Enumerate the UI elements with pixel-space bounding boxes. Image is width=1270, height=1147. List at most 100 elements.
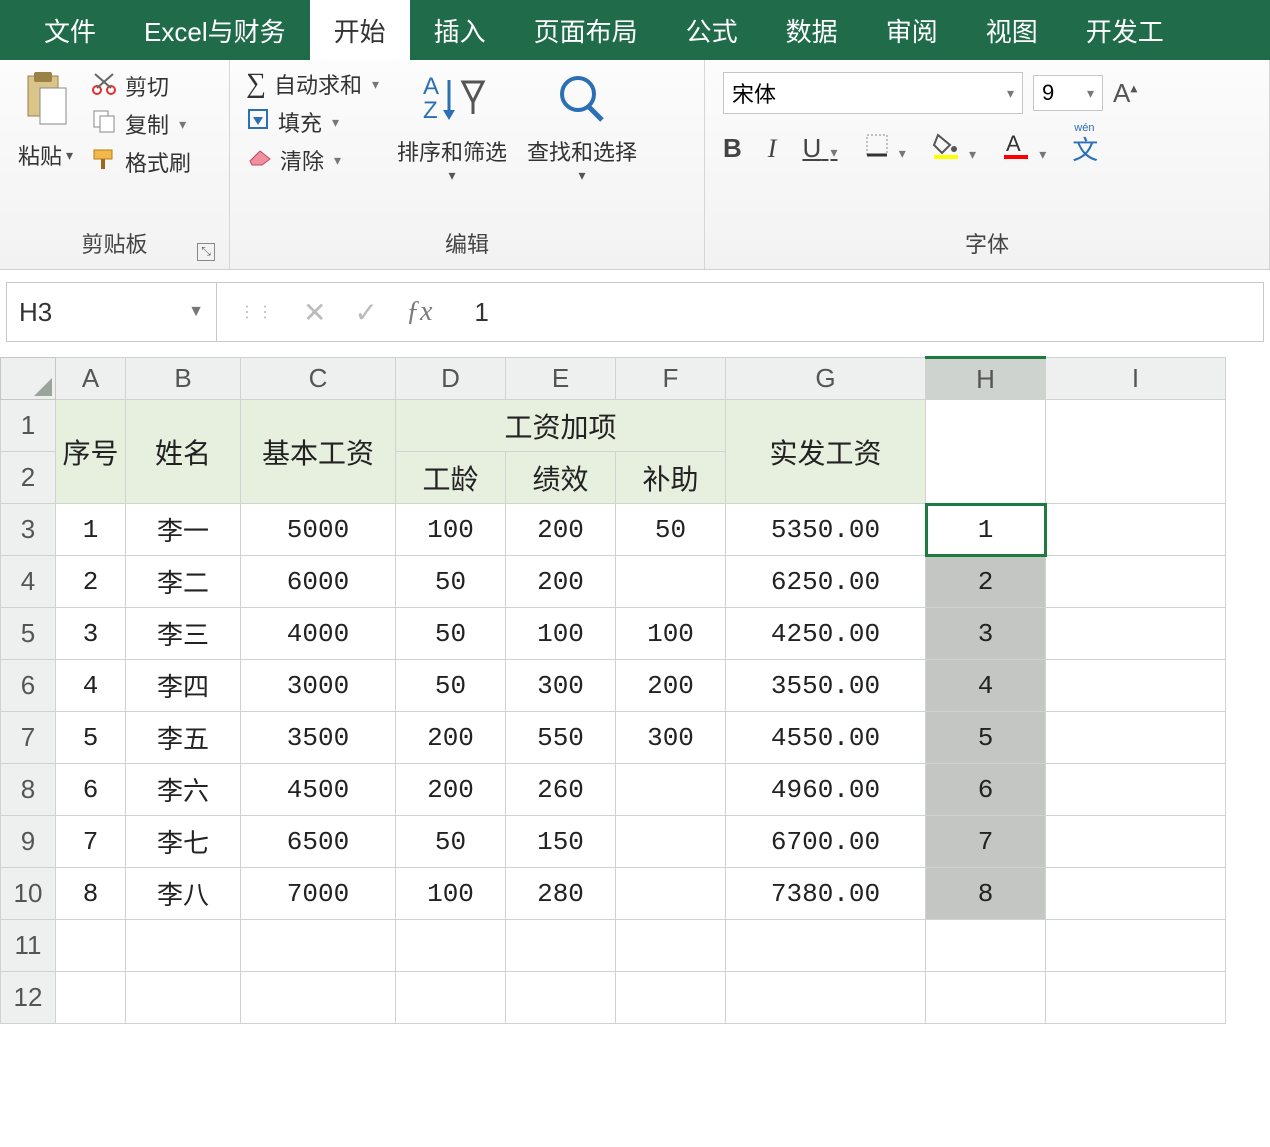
cell[interactable]	[1046, 972, 1226, 1024]
cell[interactable]: 5000	[241, 504, 396, 556]
tab-data[interactable]: 数据	[762, 0, 862, 60]
select-all-corner[interactable]	[1, 358, 56, 400]
row-1[interactable]: 1	[1, 400, 56, 452]
tab-file[interactable]: 文件	[20, 0, 120, 60]
cell[interactable]: 4550.00	[726, 712, 926, 764]
row-9[interactable]: 9	[1, 816, 56, 868]
cell[interactable]	[616, 868, 726, 920]
cell[interactable]: 李七	[126, 816, 241, 868]
cell[interactable]: 5	[56, 712, 126, 764]
cell[interactable]	[616, 556, 726, 608]
cell[interactable]: 1	[56, 504, 126, 556]
fill-color-button[interactable]: ▾	[932, 131, 976, 166]
cell[interactable]	[1046, 868, 1226, 920]
cell[interactable]: 李六	[126, 764, 241, 816]
cell[interactable]	[1046, 764, 1226, 816]
tab-layout[interactable]: 页面布局	[510, 0, 662, 60]
cell[interactable]	[1046, 920, 1226, 972]
copy-button[interactable]: 复制 ▾	[91, 108, 191, 140]
cell[interactable]: 550	[506, 712, 616, 764]
cell[interactable]	[241, 972, 396, 1024]
cell[interactable]: 7000	[241, 868, 396, 920]
cell[interactable]: 3550.00	[726, 660, 926, 712]
cell[interactable]	[1046, 400, 1226, 504]
more-icon[interactable]: ⋮⋮	[239, 302, 275, 322]
cell[interactable]: 50	[396, 660, 506, 712]
cell[interactable]: 2	[56, 556, 126, 608]
cell[interactable]	[926, 400, 1046, 504]
tab-home[interactable]: 开始	[310, 0, 410, 60]
row-3[interactable]: 3	[1, 504, 56, 556]
cell[interactable]	[241, 920, 396, 972]
confirm-formula-button[interactable]: ✓	[354, 296, 377, 329]
cell[interactable]: 280	[506, 868, 616, 920]
row-2[interactable]: 2	[1, 452, 56, 504]
cell[interactable]	[726, 920, 926, 972]
cell[interactable]	[1046, 504, 1226, 556]
border-button[interactable]: ▾	[864, 132, 906, 165]
cell[interactable]: 6700.00	[726, 816, 926, 868]
cell[interactable]: 100	[616, 608, 726, 660]
clipboard-dialog-launcher[interactable]: ⤡	[197, 243, 215, 261]
cell[interactable]: 李二	[126, 556, 241, 608]
fill-button[interactable]: 填充 ▾	[246, 106, 379, 138]
cut-button[interactable]: 剪切	[91, 70, 191, 102]
cell-selected[interactable]: 7	[926, 816, 1046, 868]
col-B[interactable]: B	[126, 358, 241, 400]
cell-selected[interactable]: 5	[926, 712, 1046, 764]
find-select-button[interactable]: 查找和选择 ▾	[517, 66, 647, 188]
cell[interactable]: 7	[56, 816, 126, 868]
cell[interactable]	[126, 972, 241, 1024]
cell[interactable]	[506, 920, 616, 972]
cell[interactable]	[1046, 556, 1226, 608]
row-11[interactable]: 11	[1, 920, 56, 972]
cell[interactable]	[56, 920, 126, 972]
cell[interactable]	[616, 816, 726, 868]
cell[interactable]: 6000	[241, 556, 396, 608]
underline-button[interactable]: U ▾	[802, 133, 837, 164]
cell[interactable]	[926, 972, 1046, 1024]
bold-button[interactable]: B	[723, 133, 742, 164]
col-H[interactable]: H	[926, 358, 1046, 400]
phonetic-button[interactable]: wén文	[1072, 130, 1098, 167]
cell[interactable]: 李五	[126, 712, 241, 764]
cell[interactable]: 200	[396, 764, 506, 816]
cell[interactable]: 200	[506, 556, 616, 608]
cell[interactable]: 4	[56, 660, 126, 712]
row-4[interactable]: 4	[1, 556, 56, 608]
paste-button[interactable]: 粘贴▾	[8, 66, 83, 175]
row-8[interactable]: 8	[1, 764, 56, 816]
cell[interactable]	[616, 920, 726, 972]
tab-excel-fin[interactable]: Excel与财务	[120, 0, 310, 60]
autosum-button[interactable]: ∑ 自动求和 ▾	[246, 68, 379, 100]
cell[interactable]	[1046, 660, 1226, 712]
cell[interactable]: 100	[396, 868, 506, 920]
tab-review[interactable]: 审阅	[862, 0, 962, 60]
cell-selected[interactable]: 3	[926, 608, 1046, 660]
col-A[interactable]: A	[56, 358, 126, 400]
cell[interactable]: 4250.00	[726, 608, 926, 660]
clear-button[interactable]: 清除 ▾	[246, 144, 379, 176]
cell[interactable]	[1046, 608, 1226, 660]
cell[interactable]	[126, 920, 241, 972]
cell[interactable]: 4500	[241, 764, 396, 816]
cell[interactable]	[396, 920, 506, 972]
cell[interactable]	[1046, 712, 1226, 764]
col-C[interactable]: C	[241, 358, 396, 400]
cell[interactable]: 李八	[126, 868, 241, 920]
cell[interactable]: 3000	[241, 660, 396, 712]
cell[interactable]: 5350.00	[726, 504, 926, 556]
col-E[interactable]: E	[506, 358, 616, 400]
sort-filter-button[interactable]: A Z 排序和筛选 ▾	[387, 66, 517, 188]
col-I[interactable]: I	[1046, 358, 1226, 400]
spreadsheet[interactable]: A B C D E F G H I 1 序号 姓名 基本工资 工资加项 实发工资…	[0, 356, 1270, 1024]
cell[interactable]	[726, 972, 926, 1024]
cell[interactable]: 50	[396, 816, 506, 868]
cell[interactable]: 50	[396, 608, 506, 660]
cell[interactable]	[506, 972, 616, 1024]
cell[interactable]	[616, 972, 726, 1024]
tab-dev[interactable]: 开发工	[1062, 0, 1188, 60]
cell[interactable]	[396, 972, 506, 1024]
grow-font-button[interactable]: A▴	[1113, 78, 1137, 109]
cell[interactable]: 260	[506, 764, 616, 816]
